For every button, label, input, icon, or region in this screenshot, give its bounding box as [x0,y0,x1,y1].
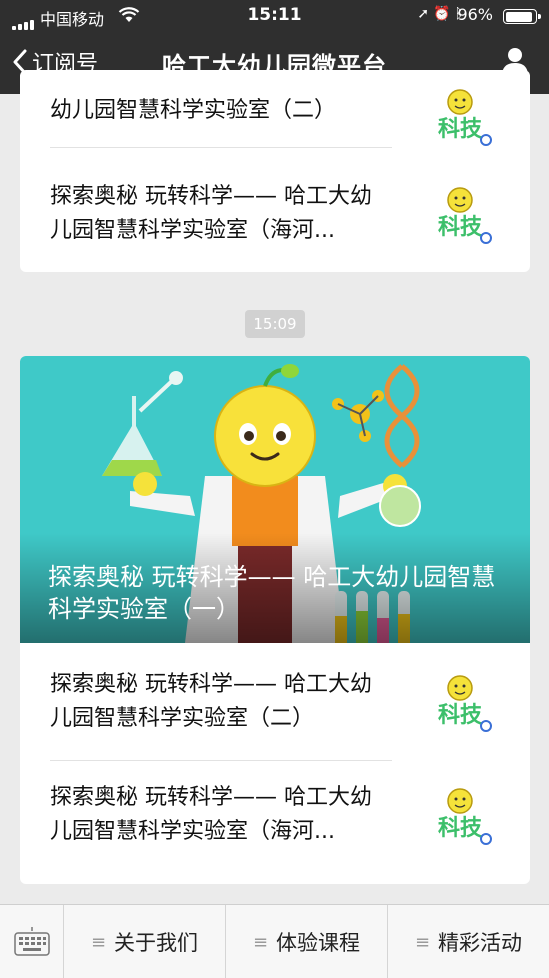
battery-icon [503,9,541,24]
menu-lines-icon: ≡ [252,931,269,953]
menu-label: 精彩活动 [438,931,523,955]
science-logo-icon: 科技 [420,176,500,256]
menu-lines-icon: ≡ [414,931,431,953]
article-item[interactable]: 探索奥秘 玩转科学—— 哈工大幼儿园智慧科学实验室（二） 科技 [20,648,530,760]
battery-percentage: 96% [457,5,493,24]
message-card: 幼儿园智慧科学实验室（二） 科技 探索奥秘 玩转科学—— 哈工大幼儿园智慧科学实… [20,70,530,272]
keyboard-toggle-button[interactable] [0,905,64,978]
menu-lines-icon: ≡ [90,931,107,953]
science-logo-icon: 科技 [420,777,500,857]
article-title: 探索奥秘 玩转科学—— 哈工大幼儿园智慧科学实验室（海河... [50,184,372,243]
keyboard-icon [14,927,50,956]
divider [50,147,392,148]
article-title: 探索奥秘 玩转科学—— 哈工大幼儿园智慧科学实验室（海河... [50,785,372,844]
science-logo-icon: 科技 [420,664,500,744]
menu-label: 关于我们 [114,931,199,955]
cover-article[interactable]: 探索奥秘 玩转科学—— 哈工大幼儿园智慧科学实验室（一） [20,356,530,643]
svg-text:科技: 科技 [438,117,483,142]
article-title: 探索奥秘 玩转科学—— 哈工大幼儿园智慧科学实验室（二） [50,672,372,731]
article-title: 幼儿园智慧科学实验室（二） [50,98,337,123]
status-bar: 中国移动 15:11 ➚⏰ᛒ 96% [0,0,549,32]
article-item[interactable]: 探索奥秘 玩转科学—— 哈工大幼儿园智慧科学实验室（海河... 科技 [20,160,530,272]
battery-fill [505,11,533,22]
svg-text:科技: 科技 [438,215,483,240]
cover-title: 探索奥秘 玩转科学—— 哈工大幼儿园智慧科学实验室（一） [48,563,496,623]
bottom-menu: ≡ 关于我们 ≡ 体验课程 ≡ 精彩活动 [0,904,549,978]
alarm-icon: ⏰ [433,6,455,22]
menu-trial-courses[interactable]: ≡ 体验课程 [226,905,388,978]
menu-about-us[interactable]: ≡ 关于我们 [64,905,226,978]
science-logo-icon: 科技 [420,78,500,158]
message-timestamp: 15:09 [245,310,305,338]
location-icon: ➚ [417,6,434,22]
svg-text:科技: 科技 [438,816,483,841]
article-item[interactable]: 探索奥秘 玩转科学—— 哈工大幼儿园智慧科学实验室（海河... 科技 [20,761,530,873]
svg-text:科技: 科技 [438,703,483,728]
menu-activities[interactable]: ≡ 精彩活动 [388,905,549,978]
message-card: 探索奥秘 玩转科学—— 哈工大幼儿园智慧科学实验室（一） 探索奥秘 玩转科学——… [20,356,530,884]
menu-label: 体验课程 [276,931,361,955]
